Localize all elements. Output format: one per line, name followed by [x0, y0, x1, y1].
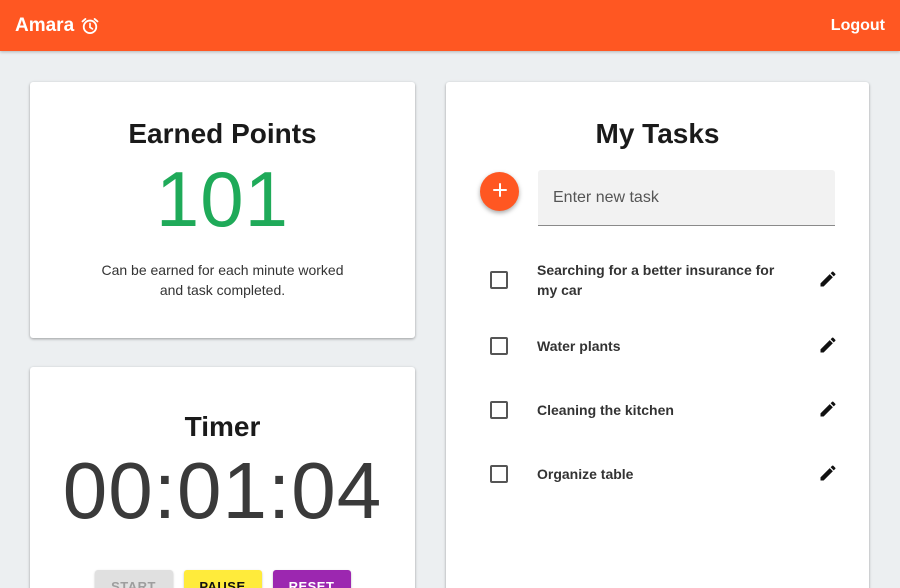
new-task-input[interactable]: [538, 170, 835, 226]
pencil-icon: [818, 335, 838, 358]
earned-points-card: Earned Points 101 Can be earned for each…: [30, 82, 415, 338]
task-label: Organize table: [537, 466, 634, 482]
edit-task-button[interactable]: [816, 462, 840, 486]
app-title: Amara: [15, 14, 75, 36]
logout-button[interactable]: Logout: [831, 17, 885, 35]
points-value: 101: [155, 155, 290, 243]
task-label: Water plants: [537, 338, 621, 354]
task-item: Cleaning the kitchen: [490, 398, 840, 422]
task-checkbox[interactable]: [490, 271, 508, 289]
start-button[interactable]: START: [94, 570, 173, 588]
pencil-icon: [818, 269, 838, 292]
earned-points-title: Earned Points: [128, 118, 317, 149]
alarm-clock-icon: [80, 16, 100, 36]
timer-card: Timer 00:01:04 START PAUSE RESET: [30, 367, 415, 588]
edit-task-button[interactable]: [816, 398, 840, 422]
timer-title: Timer: [184, 411, 261, 442]
task-label: Cleaning the kitchen: [537, 402, 674, 418]
task-item: Organize table: [490, 462, 840, 486]
timer-controls: START PAUSE RESET: [30, 570, 415, 588]
pause-button[interactable]: PAUSE: [183, 570, 262, 588]
task-checkbox[interactable]: [490, 337, 508, 355]
pencil-icon: [818, 463, 838, 486]
timer-display: 00:01:04: [62, 446, 383, 535]
add-task-button[interactable]: [480, 172, 519, 211]
task-checkbox[interactable]: [490, 465, 508, 483]
pencil-icon: [818, 399, 838, 422]
my-tasks-card: My Tasks Searching for a better insuranc…: [446, 82, 869, 588]
task-item: Searching for a better insurance for my …: [490, 260, 840, 300]
task-item: Water plants: [490, 334, 840, 358]
task-checkbox[interactable]: [490, 401, 508, 419]
points-description: Can be earned for each minute worked and…: [101, 262, 344, 298]
edit-task-button[interactable]: [816, 268, 840, 292]
plus-icon: [492, 182, 508, 201]
task-label: Searching for a better insurance for my …: [537, 262, 775, 298]
my-tasks-title: My Tasks: [595, 118, 720, 149]
brand: Amara: [15, 15, 100, 37]
reset-button[interactable]: RESET: [272, 570, 351, 588]
app-bar: Amara Logout: [0, 0, 900, 51]
edit-task-button[interactable]: [816, 334, 840, 358]
